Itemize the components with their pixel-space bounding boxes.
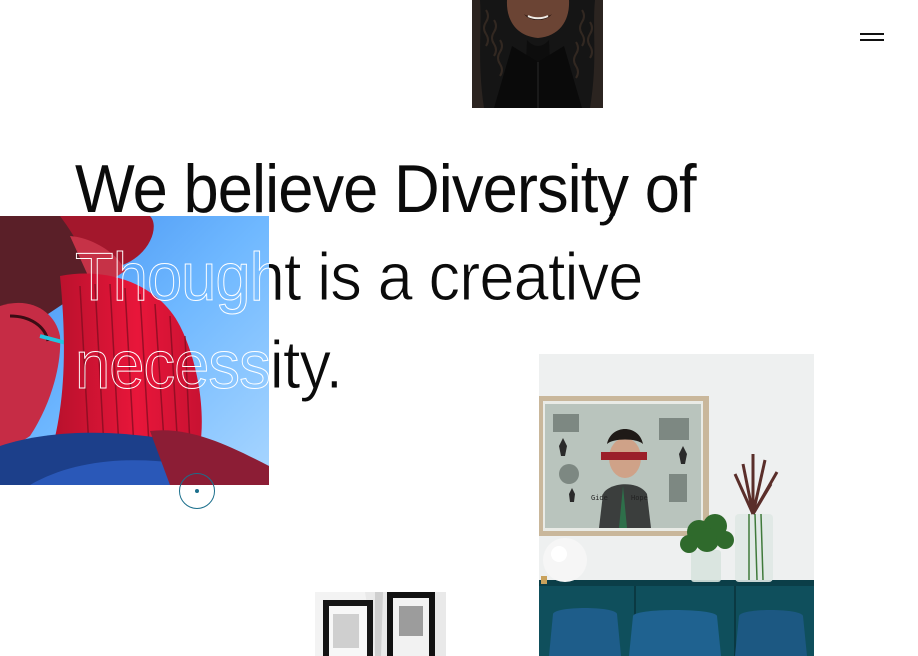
- woman-portrait-photo: [472, 0, 603, 108]
- hamburger-menu-button[interactable]: [852, 24, 892, 50]
- artwork-text-left: Gide: [591, 494, 608, 502]
- circle-cursor-icon: [179, 473, 215, 509]
- framed-art-photo: [315, 592, 446, 656]
- hamburger-icon: [860, 33, 884, 35]
- headline-outline-line-2: Thought is a creative: [75, 239, 644, 316]
- hamburger-icon-line: [860, 39, 884, 41]
- artwork-text-right: Hope: [631, 494, 648, 502]
- headline-outline-line-3: necessity.: [75, 327, 344, 404]
- cursor-dot: [195, 489, 199, 493]
